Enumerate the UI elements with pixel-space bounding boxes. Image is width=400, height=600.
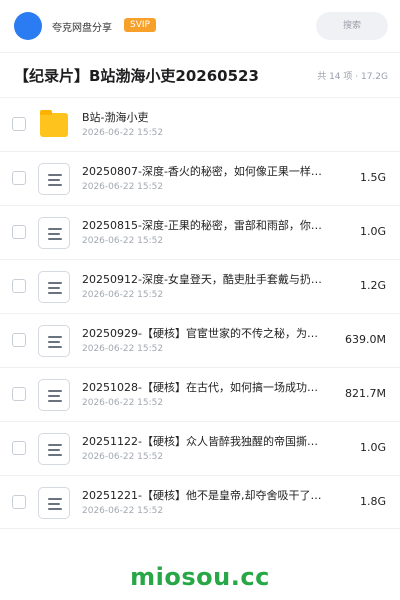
watermark-text: miosou.cc <box>130 563 270 591</box>
document-icon <box>38 433 70 465</box>
row-checkbox[interactable] <box>12 279 26 293</box>
row-checkbox[interactable] <box>12 225 26 239</box>
row-checkbox[interactable] <box>12 333 26 347</box>
list-item[interactable]: 20250912-深度-女皇登天，酷吏肚手套戴与扔… 2026-06-22 15… <box>0 259 400 313</box>
document-icon <box>38 487 70 519</box>
item-size: 821.7M <box>345 387 386 400</box>
search-input[interactable]: 搜索 <box>316 12 388 40</box>
item-name[interactable]: B站-渤海小吏 <box>82 109 322 125</box>
list-item[interactable]: 20250815-深度-正果的秘密，雷部和雨部，你… 2026-06-22 15… <box>0 205 400 259</box>
list-item[interactable]: B站-渤海小吏 2026-06-22 15:52 <box>0 97 400 151</box>
item-size: 1.5G <box>359 171 386 184</box>
top-header: 夸克网盘分享 SVIP 搜索 <box>0 0 400 52</box>
svip-badge: SVIP <box>124 18 156 32</box>
list-item[interactable]: 20250929-【硬核】官宦世家的不传之秘，为什… 2026-06-22 15… <box>0 313 400 367</box>
item-name[interactable]: 20250815-深度-正果的秘密，雷部和雨部，你… <box>82 217 322 233</box>
item-date: 2026-06-22 15:52 <box>82 236 164 246</box>
folder-summary: 共 14 项 · 17.2G <box>317 72 388 82</box>
document-icon <box>38 163 70 195</box>
page-title: 【纪录片】B站渤海小吏20260523 <box>14 67 259 85</box>
folder-icon <box>38 109 70 141</box>
file-list: B站-渤海小吏 2026-06-22 15:52 20250807-深度-香火的… <box>0 97 400 529</box>
item-name[interactable]: 20250929-【硬核】官宦世家的不传之秘，为什… <box>82 325 322 341</box>
row-checkbox[interactable] <box>12 387 26 401</box>
item-date: 2026-06-22 15:52 <box>82 128 164 138</box>
item-size: 1.0G <box>359 225 386 238</box>
item-name[interactable]: 20251221-【硬核】他不是皇帝,却夺舍吸干了… <box>82 487 322 503</box>
row-checkbox[interactable] <box>12 171 26 185</box>
row-checkbox[interactable] <box>12 117 26 131</box>
document-icon <box>38 325 70 357</box>
item-name[interactable]: 20251028-【硬核】在古代，如何搞一场成功的… <box>82 379 322 395</box>
item-date: 2026-06-22 15:52 <box>82 398 164 408</box>
item-date: 2026-06-22 15:52 <box>82 290 164 300</box>
item-name[interactable]: 20251122-【硬核】众人皆醉我独醒的帝国撕裂… <box>82 433 322 449</box>
item-size: 1.0G <box>359 441 386 454</box>
document-icon <box>38 379 70 411</box>
row-checkbox[interactable] <box>12 441 26 455</box>
list-item[interactable]: 20250807-深度-香火的秘密，如何像正果一样… 2026-06-22 15… <box>0 151 400 205</box>
list-item[interactable]: 20251221-【硬核】他不是皇帝,却夺舍吸干了… 2026-06-22 15… <box>0 475 400 529</box>
document-icon <box>38 217 70 249</box>
item-name[interactable]: 20250912-深度-女皇登天，酷吏肚手套戴与扔… <box>82 271 322 287</box>
item-date: 2026-06-22 15:52 <box>82 506 164 516</box>
folder-title-bar: 【纪录片】B站渤海小吏20260523 共 14 项 · 17.2G <box>0 53 400 97</box>
user-name[interactable]: 夸克网盘分享 <box>52 19 112 34</box>
item-size: 639.0M <box>345 333 386 346</box>
item-size: 1.2G <box>359 279 386 292</box>
item-name[interactable]: 20250807-深度-香火的秘密，如何像正果一样… <box>82 163 322 179</box>
avatar[interactable] <box>14 12 42 40</box>
row-checkbox[interactable] <box>12 495 26 509</box>
document-icon <box>38 271 70 303</box>
item-date: 2026-06-22 15:52 <box>82 182 164 192</box>
item-date: 2026-06-22 15:52 <box>82 344 164 354</box>
list-item[interactable]: 20251122-【硬核】众人皆醉我独醒的帝国撕裂… 2026-06-22 15… <box>0 421 400 475</box>
list-item[interactable]: 20251028-【硬核】在古代，如何搞一场成功的… 2026-06-22 15… <box>0 367 400 421</box>
item-size: 1.8G <box>359 495 386 508</box>
item-date: 2026-06-22 15:52 <box>82 452 164 462</box>
